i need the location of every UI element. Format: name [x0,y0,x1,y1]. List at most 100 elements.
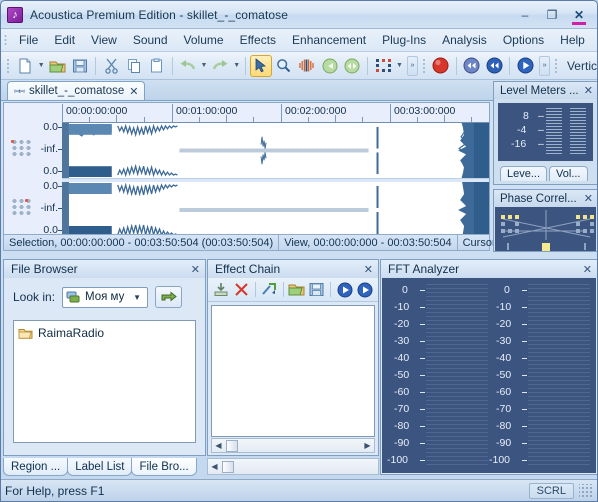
right-channel-waveform[interactable] [62,182,489,238]
left-channel-row: 0.0 -inf. 0.0 [4,121,489,179]
select-tool-icon[interactable] [250,54,272,77]
fft-bar-right [528,284,590,467]
effect-chain-list[interactable] [211,305,375,437]
open-file-icon[interactable] [47,55,69,77]
reset-chain-icon[interactable] [261,280,278,300]
vertical-toolbar-grip[interactable] [554,57,558,74]
tab-label-list[interactable]: Label List [67,458,133,476]
fft-left-scale-70: -70 [394,403,410,415]
fft-right-scale-30: -30 [496,335,512,347]
zoom-tool-icon[interactable] [273,55,295,77]
previous-icon[interactable] [483,55,505,77]
tab-region-list[interactable]: Region ... [3,458,69,476]
fft-analyzer-display[interactable]: 0 -10 -20 -30 -40 -50 -60 -70 -80 -90 -1… [382,278,596,473]
look-in-row: Look in: Моя му ▼ [4,278,205,314]
save-chain-icon[interactable] [308,280,325,300]
waveform-editor[interactable]: 00:00:00:000 00:01:00:000 00:02:00:000 0… [3,102,490,250]
spectral-tool-icon[interactable] [296,55,318,77]
file-browser-close-icon[interactable]: ✕ [191,263,200,276]
file-browser-list[interactable]: RaimaRadio [13,320,196,443]
zoom-full-icon[interactable] [341,55,363,77]
effect-chain-hscroll[interactable]: ◀ ▶ [211,438,375,453]
scroll-left-icon[interactable]: ◀ [208,460,221,473]
tab-volume[interactable]: Vol... [549,166,588,181]
list-item[interactable]: RaimaRadio [18,326,191,340]
left-axis-mid: -inf. [40,143,58,155]
menu-volume[interactable]: Volume [176,30,232,50]
fft-analyzer-close-icon[interactable]: ✕ [583,263,592,276]
menu-help[interactable]: Help [552,30,593,50]
level-meters-close-icon[interactable]: ✕ [584,84,593,97]
cut-icon[interactable] [100,55,122,77]
save-file-icon[interactable] [70,55,92,77]
chevron-down-icon[interactable]: ▼ [133,293,145,302]
tab-file-browser[interactable]: File Bro... [131,458,197,476]
preview-icon[interactable] [336,280,353,300]
ruler-label-3: 00:03:00:000 [394,105,456,117]
left-channel-waveform[interactable] [62,123,489,179]
open-chain-icon[interactable] [288,280,305,300]
folder-icon [18,328,33,339]
menu-file[interactable]: File [11,30,46,50]
record-icon[interactable] [430,55,452,77]
up-folder-button[interactable] [155,286,183,308]
marker-dropdown-icon[interactable]: ▼ [395,55,404,77]
left-channel-grip[interactable] [11,139,33,156]
apply-icon[interactable] [356,280,373,300]
document-tab-close-icon[interactable]: ✕ [129,85,138,98]
tab-levels[interactable]: Leve... [500,166,548,181]
scroll-thumb[interactable] [226,439,238,452]
transport-overflow-button[interactable]: » [539,55,550,76]
undo-dropdown-icon[interactable]: ▼ [200,55,209,77]
close-button[interactable]: ✕ [566,6,592,25]
scroll-left-icon[interactable]: ◀ [212,439,225,452]
redo-dropdown-icon[interactable]: ▼ [232,55,241,77]
marker-grid-icon[interactable] [372,55,394,77]
status-hint: For Help, press F1 [5,483,105,498]
copy-icon[interactable] [123,55,145,77]
zoom-out-icon[interactable] [319,55,341,77]
right-channel-grip[interactable] [11,198,33,215]
undo-icon[interactable] [177,55,199,77]
time-ruler[interactable]: 00:00:00:000 00:01:00:000 00:02:00:000 0… [62,103,489,123]
fft-left-scale-10: -10 [394,301,410,313]
level-scale-4: -4 [517,124,527,136]
redo-icon[interactable] [209,55,231,77]
fft-right-scale-50: -50 [496,369,512,381]
minimize-button[interactable]: – [512,6,538,24]
scroll-lock-indicator: SCRL [528,482,574,499]
document-tab-label: skillet_-_comatose [29,85,125,97]
effect-chain-close-icon[interactable]: ✕ [364,263,373,276]
resize-grip[interactable] [579,483,593,498]
bottom-tab-scrollbar[interactable]: ◀ [207,458,379,475]
menu-bar: File Edit View Sound Volume Effects Enha… [1,29,597,52]
menu-enhancement[interactable]: Enhancement [284,30,374,50]
new-file-icon[interactable] [14,55,36,77]
remove-effect-icon[interactable] [233,280,250,300]
new-file-dropdown-icon[interactable]: ▼ [37,55,46,77]
fft-right-scale-80: -80 [496,420,512,432]
application-window: ♪ Acoustica Premium Edition - skillet_-_… [0,0,598,502]
play-icon[interactable] [514,55,536,77]
look-in-combo[interactable]: Моя му ▼ [62,286,149,308]
scroll-thumb[interactable] [222,460,234,473]
toolbar-overflow-button[interactable]: » [406,55,418,76]
add-effect-icon[interactable] [213,280,230,300]
menu-view[interactable]: View [83,30,125,50]
ruler-label-2: 00:02:00:000 [285,105,347,117]
rewind-icon[interactable] [461,55,483,77]
paste-icon[interactable] [146,55,168,77]
level-meter-left [546,108,562,156]
scroll-right-icon[interactable]: ▶ [361,439,374,452]
phase-correlation-close-icon[interactable]: ✕ [584,192,593,205]
menu-options[interactable]: Options [495,30,552,50]
maximize-button[interactable]: ❐ [539,6,565,24]
menu-plugins[interactable]: Plug-Ins [374,30,434,50]
menu-analysis[interactable]: Analysis [434,30,495,50]
transport-toolbar-grip[interactable] [421,57,426,74]
toolbar-grip[interactable] [6,57,10,74]
document-tab-skillet[interactable]: ⑅⑅ skillet_-_comatose ✕ [7,81,146,100]
menu-sound[interactable]: Sound [125,30,176,50]
menu-effects[interactable]: Effects [232,30,284,50]
menu-edit[interactable]: Edit [46,30,83,50]
